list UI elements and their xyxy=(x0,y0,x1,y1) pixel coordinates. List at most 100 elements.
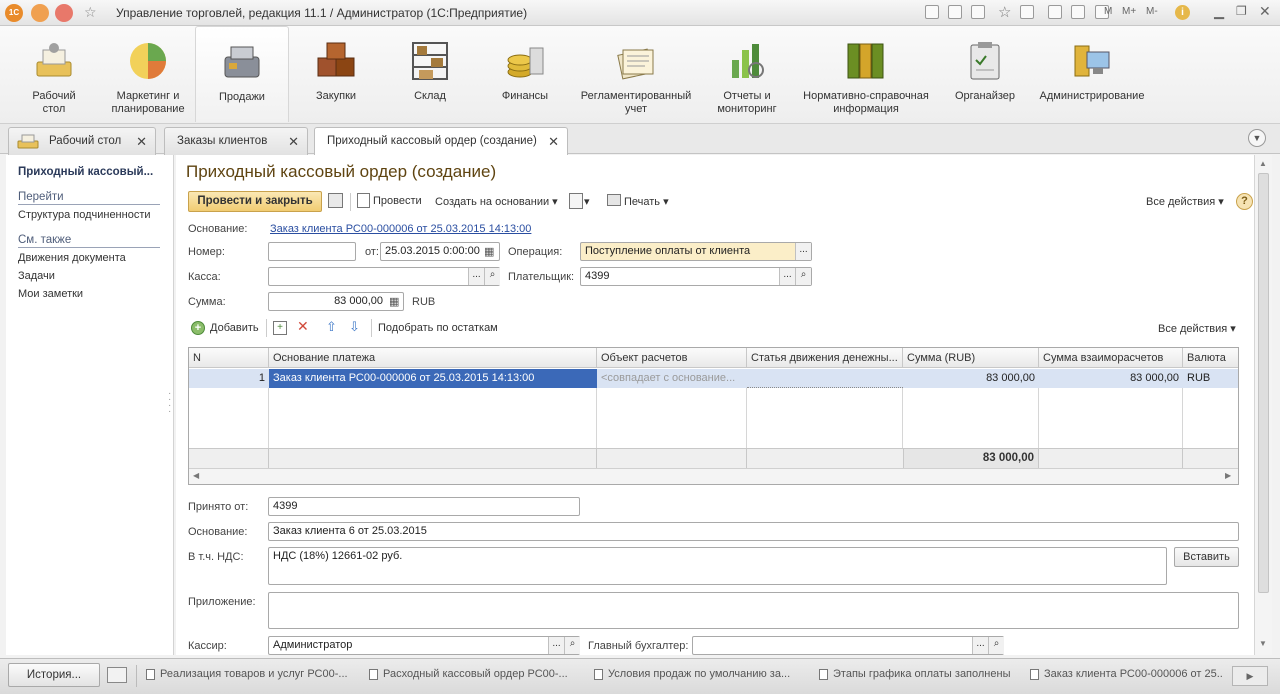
preview-icon[interactable] xyxy=(971,5,985,19)
restore-icon[interactable]: ❐ xyxy=(1236,4,1247,18)
minimize-icon[interactable]: ▁ xyxy=(1214,4,1224,20)
cell-payment-basis[interactable]: Заказ клиента РС00-000006 от 25.03.2015 … xyxy=(269,369,597,388)
chief-accountant-select-button[interactable]: ... xyxy=(972,637,988,654)
tab-cash-receipt[interactable]: Приходный кассовый ордер (создание) ✕ xyxy=(314,127,568,155)
table-all-actions-button[interactable]: Все действия ▾ xyxy=(1158,322,1236,335)
calculator-icon[interactable]: ▦ xyxy=(389,295,399,308)
column-header-cash-flow-item[interactable]: Статья движения денежны... xyxy=(747,348,903,368)
related-documents-icon[interactable] xyxy=(569,193,583,209)
payer-select-button[interactable]: ... xyxy=(779,268,795,285)
cell-settlement-sum[interactable]: 83 000,00 xyxy=(1039,369,1183,388)
nav-tasks[interactable]: Задачи xyxy=(18,270,55,282)
cell-n[interactable]: 1 xyxy=(189,369,269,388)
tabs-menu-icon[interactable]: ▼ xyxy=(1248,129,1266,147)
cashier-search-icon[interactable]: ⌕ xyxy=(564,637,580,654)
column-header-n[interactable]: N xyxy=(189,348,269,368)
scroll-left-icon[interactable]: ◀ xyxy=(193,471,199,480)
tab-client-orders[interactable]: Заказы клиентов ✕ xyxy=(164,127,308,155)
column-header-sum-rub[interactable]: Сумма (RUB) xyxy=(903,348,1039,368)
section-finance[interactable]: Финансы xyxy=(480,26,570,122)
section-desktop[interactable]: Рабочий стол xyxy=(10,26,98,122)
cashier-select-button[interactable]: ... xyxy=(548,637,564,654)
section-regulated-accounting[interactable]: Регламентированный учет xyxy=(574,26,698,122)
calendar-icon[interactable]: ▦ xyxy=(484,245,494,258)
history-scroll-right-icon[interactable]: ▶ xyxy=(1232,666,1268,686)
section-reference-info[interactable]: Нормативно-справочная информация xyxy=(798,26,934,122)
payer-search-icon[interactable]: ⌕ xyxy=(795,268,811,285)
chief-accountant-field[interactable] xyxy=(692,636,1004,655)
close-icon[interactable]: ✕ xyxy=(288,134,299,150)
history-button[interactable]: История... xyxy=(8,663,100,687)
payer-field[interactable]: 4399 xyxy=(580,267,812,286)
insert-button[interactable]: Вставить xyxy=(1174,547,1239,567)
cell-cash-flow-item[interactable] xyxy=(747,369,903,388)
section-warehouse[interactable]: Склад xyxy=(386,26,474,122)
basis-text-field[interactable]: Заказ клиента 6 от 25.03.2015 xyxy=(268,522,1239,541)
number-field[interactable] xyxy=(268,242,356,261)
save-icon[interactable] xyxy=(328,193,343,208)
panel-splitter-handle[interactable]: · · · · xyxy=(168,389,171,417)
add-row-button[interactable]: Добавить xyxy=(210,322,259,334)
nav-subordination-structure[interactable]: Структура подчиненности xyxy=(18,209,151,221)
cashier-field[interactable]: Администратор xyxy=(268,636,580,655)
create-based-on-button[interactable]: Создать на основании ▾ xyxy=(435,195,558,208)
section-marketing[interactable]: Маркетинг и планирование xyxy=(102,26,194,122)
memory-plus-button[interactable]: M+ xyxy=(1122,6,1136,17)
section-purchases[interactable]: Закупки xyxy=(292,26,380,122)
cell-settlement-object[interactable]: <совпадает с основание... xyxy=(597,369,747,388)
calendar-icon[interactable] xyxy=(1071,5,1085,19)
calculator-icon[interactable] xyxy=(1048,5,1062,19)
close-icon[interactable]: ✕ xyxy=(136,134,147,150)
cashbox-field[interactable] xyxy=(268,267,500,286)
vat-field[interactable]: НДС (18%) 12661-02 руб. xyxy=(268,547,1167,585)
chief-accountant-search-icon[interactable]: ⌕ xyxy=(988,637,1004,654)
section-sales[interactable]: Продажи xyxy=(195,26,289,122)
favorite-star-icon[interactable]: ☆ xyxy=(998,3,1011,21)
nav-document-movements[interactable]: Движения документа xyxy=(18,252,126,264)
operation-select-button[interactable]: ... xyxy=(795,243,811,260)
attachment-field[interactable] xyxy=(268,592,1239,629)
column-header-settlement-object[interactable]: Объект расчетов xyxy=(597,348,747,368)
pick-by-balance-button[interactable]: Подобрать по остаткам xyxy=(378,322,498,334)
column-header-payment-basis[interactable]: Основание платежа xyxy=(269,348,597,368)
history-item[interactable]: Заказ клиента РС00-000006 от 25... xyxy=(1026,664,1222,686)
history-item[interactable]: Условия продаж по умолчанию за... xyxy=(590,664,802,686)
history-item[interactable]: Этапы графика оплаты заполнены xyxy=(815,664,1020,686)
column-header-currency[interactable]: Валюта xyxy=(1183,348,1238,368)
favorites-star-icon[interactable]: ☆ xyxy=(84,4,97,21)
memory-minus-button[interactable]: M- xyxy=(1146,6,1158,17)
nav-current-document[interactable]: Приходный кассовый... xyxy=(18,166,153,178)
scroll-down-icon[interactable]: ▼ xyxy=(1259,639,1267,648)
print-icon[interactable] xyxy=(948,5,962,19)
section-administration[interactable]: Администрирование xyxy=(1034,26,1150,122)
table-horizontal-scrollbar[interactable]: ◀ ▶ xyxy=(189,468,1238,484)
accepted-from-field[interactable]: 4399 xyxy=(268,497,580,516)
delete-row-icon[interactable]: ✕ xyxy=(297,318,309,335)
cell-sum-rub[interactable]: 83 000,00 xyxy=(903,369,1039,388)
history-item[interactable]: Реализация товаров и услуг РС00-... xyxy=(142,664,350,686)
post-and-close-button[interactable]: Провести и закрыть xyxy=(188,191,322,212)
move-up-icon[interactable]: ⇧ xyxy=(326,319,337,335)
history-item[interactable]: Расходный кассовый ордер РС00-... xyxy=(365,664,573,686)
app-logo-icon[interactable]: 1C xyxy=(5,4,23,22)
windows-list-icon[interactable] xyxy=(107,667,127,683)
basis-link[interactable]: Заказ клиента РС00-000006 от 25.03.2015 … xyxy=(270,223,531,235)
operation-field[interactable]: Поступление оплаты от клиента xyxy=(580,242,812,261)
cell-currency[interactable]: RUB xyxy=(1183,369,1238,388)
scroll-right-icon[interactable]: ▶ xyxy=(1225,471,1231,480)
main-menu-icon[interactable] xyxy=(31,4,49,22)
related-dropdown-icon[interactable]: ▾ xyxy=(584,195,590,208)
section-reports[interactable]: Отчеты и мониторинг xyxy=(704,26,790,122)
cashbox-select-button[interactable]: ... xyxy=(468,268,484,285)
form-vertical-scrollbar[interactable]: ▲ ▼ xyxy=(1254,155,1272,655)
column-header-settlement-sum[interactable]: Сумма взаиморасчетов xyxy=(1039,348,1183,368)
memory-m-button[interactable]: M xyxy=(1104,6,1112,17)
close-circle-icon[interactable] xyxy=(55,4,73,22)
close-window-icon[interactable]: ✕ xyxy=(1259,3,1271,20)
print-button[interactable]: Печать ▾ xyxy=(624,195,669,208)
save-icon[interactable] xyxy=(925,5,939,19)
help-icon[interactable]: ? xyxy=(1236,193,1253,210)
move-down-icon[interactable]: ⇩ xyxy=(349,319,360,335)
sum-field[interactable]: 83 000,00 xyxy=(268,292,404,311)
scroll-up-icon[interactable]: ▲ xyxy=(1259,159,1267,168)
